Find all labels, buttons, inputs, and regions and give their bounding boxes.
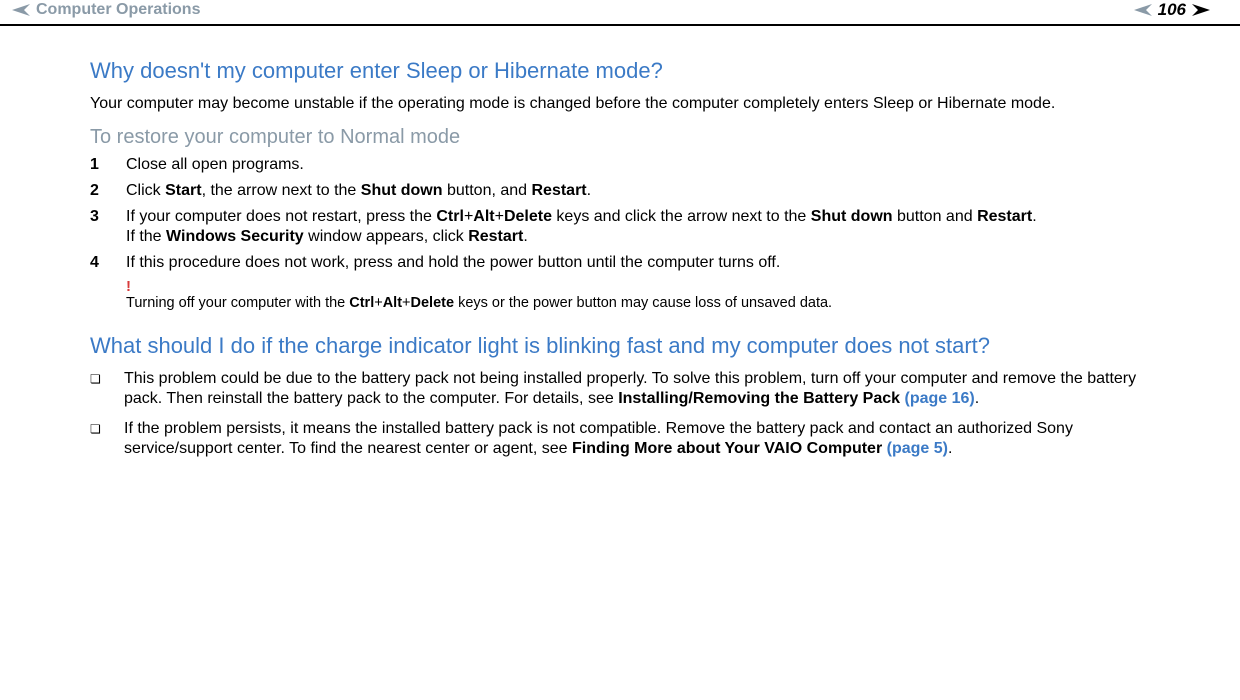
nav-next-icon[interactable]	[1192, 4, 1210, 16]
step-row: 3 If your computer does not restart, pre…	[90, 207, 1150, 247]
section-heading: What should I do if the charge indicator…	[90, 333, 1150, 359]
intro-paragraph: Your computer may become unstable if the…	[90, 94, 1150, 114]
section-heading: Why doesn't my computer enter Sleep or H…	[90, 58, 1150, 84]
page-link[interactable]: (page 16)	[904, 390, 974, 407]
bullet-icon: ❏	[90, 369, 104, 409]
step-number: 4	[90, 253, 104, 273]
step-text: Close all open programs.	[126, 155, 304, 175]
section-subheading: To restore your computer to Normal mode	[90, 126, 1150, 149]
bullet-text: If the problem persists, it means the in…	[124, 419, 1150, 459]
step-number: 3	[90, 207, 104, 247]
breadcrumb-text: Computer Operations	[36, 1, 200, 19]
warning-text: Turning off your computer with the Ctrl+…	[126, 294, 1150, 313]
bullet-row: ❏ If the problem persists, it means the …	[90, 419, 1150, 459]
breadcrumb: Computer Operations	[12, 1, 200, 19]
step-row: 2 Click Start, the arrow next to the Shu…	[90, 181, 1150, 201]
step-row: 4 If this procedure does not work, press…	[90, 253, 1150, 273]
step-row: 1 Close all open programs.	[90, 155, 1150, 175]
page-nav: 106	[1134, 0, 1210, 20]
page-content: Why doesn't my computer enter Sleep or H…	[0, 58, 1240, 459]
step-text: If your computer does not restart, press…	[126, 207, 1037, 247]
arrow-left-icon[interactable]	[12, 4, 30, 16]
page-link[interactable]: (page 5)	[887, 440, 948, 457]
step-text: Click Start, the arrow next to the Shut …	[126, 181, 591, 201]
page-header: Computer Operations 106	[0, 0, 1240, 26]
nav-prev-icon[interactable]	[1134, 4, 1152, 16]
bullet-icon: ❏	[90, 419, 104, 459]
page-number: 106	[1158, 0, 1186, 20]
bullet-text: This problem could be due to the battery…	[124, 369, 1150, 409]
warning-note: ! Turning off your computer with the Ctr…	[126, 279, 1150, 313]
warning-icon: !	[126, 279, 1150, 294]
step-number: 1	[90, 155, 104, 175]
bullet-row: ❏ This problem could be due to the batte…	[90, 369, 1150, 409]
step-text: If this procedure does not work, press a…	[126, 253, 780, 273]
step-number: 2	[90, 181, 104, 201]
